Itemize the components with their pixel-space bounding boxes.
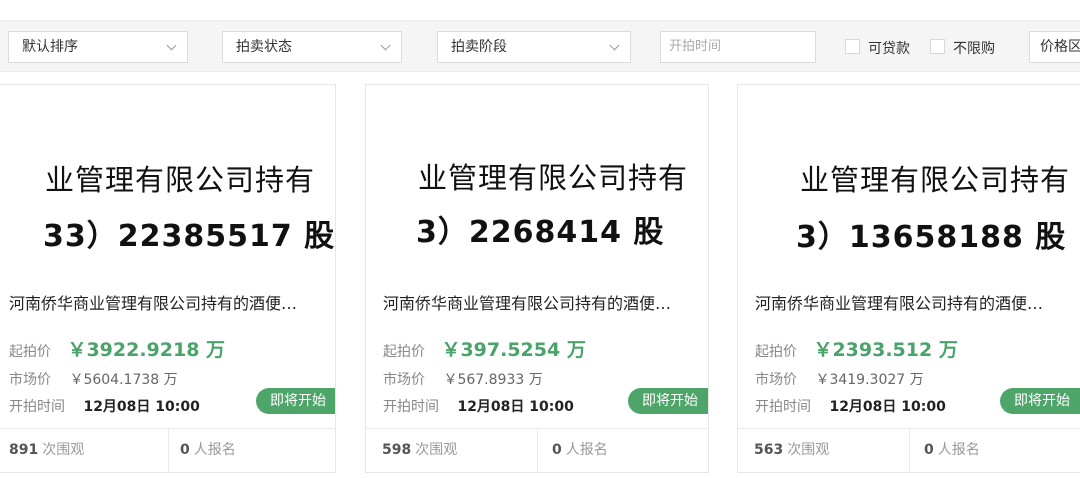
start-time-row: 开拍时间 12月08日 10:00 <box>383 396 574 416</box>
thumbnail-text-line2: 3）13658188 股 <box>796 220 1067 255</box>
start-time-value: 12月08日 10:00 <box>457 399 574 415</box>
price-range-label: 价格区 <box>1040 39 1080 55</box>
start-time-row: 开拍时间 12月08日 10:00 <box>9 396 200 416</box>
sort-dropdown[interactable]: 默认排序 <box>8 31 188 63</box>
start-time-value: 12月08日 10:00 <box>829 399 946 415</box>
chevron-down-icon <box>380 40 391 51</box>
market-price-value: ￥5604.1738 万 <box>69 372 178 388</box>
signups-count: 0 人报名 <box>924 429 980 472</box>
views-count: 563 次围观 <box>754 429 830 472</box>
market-price-value: ￥567.8933 万 <box>443 372 543 388</box>
auction-card[interactable]: 业管理有限公司持有 3）2268414 股 河南侨华商业管理有限公司持有的酒便…… <box>365 84 709 473</box>
start-price-row: 起拍价 ￥397.5254 万 <box>383 335 586 362</box>
start-time-label: 开拍时间 <box>755 399 811 415</box>
card-thumbnail[interactable]: 业管理有限公司持有 3）13658188 股 <box>738 85 1080 275</box>
views-label: 次围观 <box>415 442 458 458</box>
signups-count: 0 人报名 <box>552 429 608 472</box>
auction-status-label: 拍卖状态 <box>236 39 292 55</box>
status-badge: 即将开始 <box>628 388 708 414</box>
card-footer: 891 次围观 0 人报名 <box>0 428 335 472</box>
start-time-label: 开拍时间 <box>9 399 65 415</box>
loan-label: 可贷款 <box>868 41 910 57</box>
views-count: 891 次围观 <box>9 429 85 472</box>
market-price-row: 市场价 ￥3419.3027 万 <box>755 369 924 389</box>
auction-stage-dropdown[interactable]: 拍卖阶段 <box>437 31 631 63</box>
thumbnail-text-line1: 业管理有限公司持有 <box>800 163 1071 197</box>
card-title[interactable]: 河南侨华商业管理有限公司持有的酒便… <box>9 290 329 314</box>
market-price-row: 市场价 ￥567.8933 万 <box>383 369 543 389</box>
filter-bar: 默认排序 拍卖状态 拍卖阶段 开拍时间 可贷款 不限购 价格区 <box>0 20 1080 72</box>
signups-label: 人报名 <box>565 442 608 458</box>
views-label: 次围观 <box>787 442 830 458</box>
start-price-value: ￥3922.9218 万 <box>67 339 226 361</box>
status-badge: 即将开始 <box>256 388 335 414</box>
thumbnail-text-line1: 业管理有限公司持有 <box>45 163 316 197</box>
status-badge: 即将开始 <box>1000 388 1080 414</box>
views-number: 598 <box>382 442 412 458</box>
sort-dropdown-label: 默认排序 <box>22 39 78 55</box>
market-price-label: 市场价 <box>383 372 425 388</box>
loan-checkbox[interactable] <box>845 39 860 54</box>
footer-divider <box>168 429 169 472</box>
views-label: 次围观 <box>42 442 85 458</box>
start-time-value: 12月08日 10:00 <box>83 399 200 415</box>
auction-stage-label: 拍卖阶段 <box>451 39 507 55</box>
price-range-input[interactable]: 价格区 <box>1029 31 1080 63</box>
start-price-value: ￥397.5254 万 <box>441 339 586 361</box>
auction-card[interactable]: 业管理有限公司持有 3）13658188 股 河南侨华商业管理有限公司持有的酒便… <box>737 84 1080 473</box>
start-price-row: 起拍价 ￥3922.9218 万 <box>9 335 225 362</box>
card-title[interactable]: 河南侨华商业管理有限公司持有的酒便… <box>383 290 703 314</box>
card-thumbnail[interactable]: 业管理有限公司持有 33）22385517 股 <box>0 85 335 275</box>
start-time-input[interactable]: 开拍时间 <box>660 31 816 63</box>
start-price-label: 起拍价 <box>383 344 425 360</box>
views-count: 598 次围观 <box>382 429 458 472</box>
market-price-label: 市场价 <box>9 372 51 388</box>
card-footer: 598 次围观 0 人报名 <box>366 428 708 472</box>
thumbnail-text-line2: 33）22385517 股 <box>43 219 335 254</box>
signups-label: 人报名 <box>937 442 980 458</box>
start-price-label: 起拍价 <box>755 344 797 360</box>
footer-divider <box>909 429 910 472</box>
chevron-down-icon <box>609 40 620 51</box>
signups-label: 人报名 <box>193 442 236 458</box>
start-time-label: 开拍时间 <box>383 399 439 415</box>
footer-divider <box>537 429 538 472</box>
card-footer: 563 次围观 0 人报名 <box>738 428 1080 472</box>
start-price-row: 起拍价 ￥2393.512 万 <box>755 335 958 362</box>
signups-count: 0 人报名 <box>180 429 236 472</box>
market-price-label: 市场价 <box>755 372 797 388</box>
no-limit-label: 不限购 <box>953 41 995 57</box>
auction-status-dropdown[interactable]: 拍卖状态 <box>222 31 402 63</box>
thumbnail-text-line1: 业管理有限公司持有 <box>418 161 689 195</box>
market-price-row: 市场价 ￥5604.1738 万 <box>9 369 178 389</box>
start-price-value: ￥2393.512 万 <box>813 339 958 361</box>
chevron-down-icon <box>166 40 177 51</box>
auction-card[interactable]: 业管理有限公司持有 33）22385517 股 河南侨华商业管理有限公司持有的酒… <box>0 84 336 473</box>
thumbnail-text-line2: 3）2268414 股 <box>416 215 665 250</box>
no-limit-checkbox[interactable] <box>930 39 945 54</box>
start-price-label: 起拍价 <box>9 344 51 360</box>
views-number: 891 <box>9 442 39 458</box>
signups-number: 0 <box>924 442 934 458</box>
start-time-row: 开拍时间 12月08日 10:00 <box>755 396 946 416</box>
card-thumbnail[interactable]: 业管理有限公司持有 3）2268414 股 <box>366 85 708 275</box>
signups-number: 0 <box>552 442 562 458</box>
market-price-value: ￥3419.3027 万 <box>815 372 924 388</box>
views-number: 563 <box>754 442 784 458</box>
card-title[interactable]: 河南侨华商业管理有限公司持有的酒便… <box>755 290 1075 314</box>
signups-number: 0 <box>180 442 190 458</box>
